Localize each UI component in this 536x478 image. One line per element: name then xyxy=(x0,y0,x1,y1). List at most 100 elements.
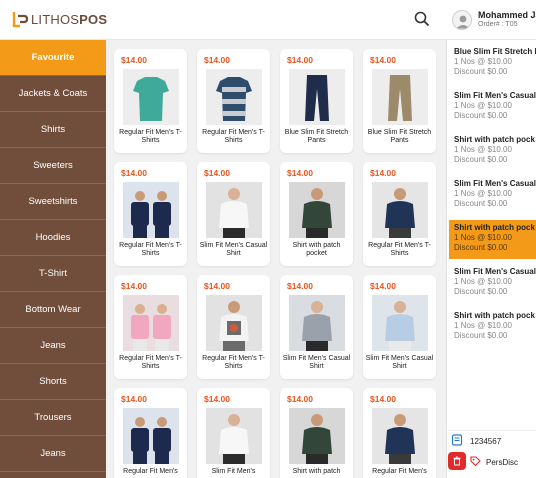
logo-text: LITHOS xyxy=(31,11,80,27)
product-card[interactable]: $14.00 Regular Fit Men's T-Shirts xyxy=(114,275,187,379)
product-image xyxy=(372,182,428,238)
product-image xyxy=(372,69,428,125)
cart-panel: Blue Slim Fit Stretch P1 Nos @ $10.00 Dis… xyxy=(446,40,536,478)
product-price: $14.00 xyxy=(121,55,147,65)
cart-item[interactable]: Shirt with patch pock 1 Nos @ $10.00 Disco… xyxy=(449,220,536,259)
cart-item-name: Blue Slim Fit Stretch P xyxy=(454,47,536,56)
cart-item-qty: 1 Nos @ $10.00 xyxy=(454,145,512,154)
category-item[interactable]: Trousers xyxy=(0,400,106,436)
cart-item-qty: 1 Nos @ $10.00 xyxy=(454,321,512,330)
product-name: Regular Fit Men's T-Shirts xyxy=(202,355,265,370)
product-card[interactable]: $14.00 Shirt with patch xyxy=(280,388,353,478)
product-name: Regular Fit Men's T-Shirts xyxy=(368,242,431,257)
product-name: Slim Fit Men's xyxy=(211,468,256,475)
product-price: $14.00 xyxy=(204,394,230,404)
product-image xyxy=(123,182,179,238)
cart-item-discount: Discount $0.00 xyxy=(454,66,508,76)
discount-field[interactable]: PersDisc xyxy=(470,453,518,471)
product-name: Regular Fit Men's xyxy=(372,468,427,475)
product-price: $14.00 xyxy=(370,55,396,65)
logo-text-bold: POS xyxy=(79,11,108,27)
cart-item[interactable]: Shirt with patch pock 1 Nos @ $10.00 Disco… xyxy=(449,132,536,171)
cart-item-qty: 1 Nos @ $10.00 xyxy=(454,233,512,242)
barcode-icon xyxy=(451,434,465,448)
product-price: $14.00 xyxy=(287,281,313,291)
cart-item-name: Shirt with patch pock xyxy=(454,311,535,320)
product-card[interactable]: $14.00 Regular Fit Men's xyxy=(363,388,436,478)
user-icon[interactable] xyxy=(452,10,472,30)
product-price: $14.00 xyxy=(370,281,396,291)
product-image xyxy=(289,69,345,125)
cart-item-discount: Discount $0.00 xyxy=(454,110,508,120)
product-name: Slim Fit Men's Casual Shirt xyxy=(199,242,268,257)
top-bar: LITHOSPOS Mohammed Jaf Order# : T05 xyxy=(0,0,536,40)
product-price: $14.00 xyxy=(204,281,230,291)
logo-icon xyxy=(12,10,29,28)
product-card[interactable]: $14.00 Regular Fit Men's T-Shirts xyxy=(197,275,270,379)
cart-item[interactable]: Shirt with patch pock 1 Nos @ $10.00 Disco… xyxy=(449,308,536,347)
product-card[interactable]: $14.00 Slim Fit Men's Casual Shirt xyxy=(363,275,436,379)
product-name: Shirt with patch pocket xyxy=(292,242,341,257)
product-card[interactable]: $14.00 Regular Fit Men's T-Shirts xyxy=(114,162,187,266)
product-price: $14.00 xyxy=(204,168,230,178)
product-image xyxy=(372,295,428,351)
product-name: Blue Slim Fit Stretch Pants xyxy=(367,129,432,144)
product-price: $14.00 xyxy=(287,55,313,65)
category-item[interactable]: Shorts xyxy=(0,364,106,400)
product-card[interactable]: $14.00 Shirt with patch pocket xyxy=(280,162,353,266)
product-name: Slim Fit Men's Casual Shirt xyxy=(365,355,434,370)
product-card[interactable]: $14.00 Regular Fit Men's T-Shirts xyxy=(363,162,436,266)
delete-button[interactable] xyxy=(448,452,466,470)
product-image xyxy=(206,295,262,351)
category-item[interactable]: Jeans xyxy=(0,436,106,472)
product-price: $14.00 xyxy=(121,281,147,291)
product-image xyxy=(206,69,262,125)
category-item[interactable]: Sweeters xyxy=(0,148,106,184)
category-item[interactable]: Jackets & Coats xyxy=(0,76,106,112)
product-card[interactable]: $14.00 Blue Slim Fit Stretch Pants xyxy=(363,49,436,153)
product-name: Shirt with patch xyxy=(292,468,341,475)
product-card[interactable]: $14.00 Regular Fit Men's T-Shirts xyxy=(197,49,270,153)
search-icon[interactable] xyxy=(413,10,431,28)
order-number: Order# : T05 xyxy=(478,21,518,28)
cart-item-qty: 1 Nos @ $10.00 xyxy=(454,277,512,286)
cart-item-qty: 1 Nos @ $10.00 xyxy=(454,189,512,198)
category-item[interactable]: Shirts xyxy=(0,112,106,148)
product-card[interactable]: $14.00 Slim Fit Men's Casual Shirt xyxy=(280,275,353,379)
product-card[interactable]: $14.00 Blue Slim Fit Stretch Pants xyxy=(280,49,353,153)
product-name: Slim Fit Men's Casual Shirt xyxy=(282,355,351,370)
product-price: $14.00 xyxy=(121,168,147,178)
product-image xyxy=(206,408,262,464)
cart-item-name: Shirt with patch pock xyxy=(454,135,535,144)
cart-item[interactable]: Slim Fit Men's Casual 1 Nos @ $10.00 Disco… xyxy=(449,264,536,303)
product-price: $14.00 xyxy=(370,168,396,178)
product-price: $14.00 xyxy=(287,394,313,404)
category-item[interactable]: Jeans xyxy=(0,328,106,364)
category-item[interactable]: Sweetshirts xyxy=(0,184,106,220)
product-card[interactable]: $14.00 Regular Fit Men's T-Shirts xyxy=(114,49,187,153)
product-image xyxy=(372,408,428,464)
cart-item-discount: Discount $0.00 xyxy=(454,198,508,208)
product-grid: $14.00 Regular Fit Men's T-Shirts $14.00 Re… xyxy=(106,40,446,478)
category-item[interactable]: Bottom Wear xyxy=(0,292,106,328)
category-item[interactable]: Favourite xyxy=(0,40,106,76)
product-card[interactable]: $14.00 Slim Fit Men's Casual Shirt xyxy=(197,162,270,266)
barcode-field[interactable]: 1234567 xyxy=(447,432,501,450)
product-card[interactable]: $14.00 Regular Fit Men's xyxy=(114,388,187,478)
cart-item-name: Slim Fit Men's Casual xyxy=(454,179,536,188)
product-price: $14.00 xyxy=(287,168,313,178)
category-item[interactable]: T-Shirt xyxy=(0,256,106,292)
user-name[interactable]: Mohammed Jaf xyxy=(478,10,536,20)
cart-item[interactable]: Slim Fit Men's Casual 1 Nos @ $10.00 Disco… xyxy=(449,88,536,127)
category-item[interactable]: Hoodies xyxy=(0,220,106,256)
product-card[interactable]: $14.00 Slim Fit Men's xyxy=(197,388,270,478)
cart-item-name: Slim Fit Men's Casual xyxy=(454,267,536,276)
product-image xyxy=(123,295,179,351)
product-price: $14.00 xyxy=(121,394,147,404)
cart-item[interactable]: Slim Fit Men's Casual 1 Nos @ $10.00 Disco… xyxy=(449,176,536,215)
cart-item[interactable]: Blue Slim Fit Stretch P1 Nos @ $10.00 Dis… xyxy=(449,44,536,83)
barcode-value: 1234567 xyxy=(470,436,502,446)
product-image xyxy=(289,295,345,351)
tag-icon xyxy=(470,456,482,468)
product-image xyxy=(123,408,179,464)
